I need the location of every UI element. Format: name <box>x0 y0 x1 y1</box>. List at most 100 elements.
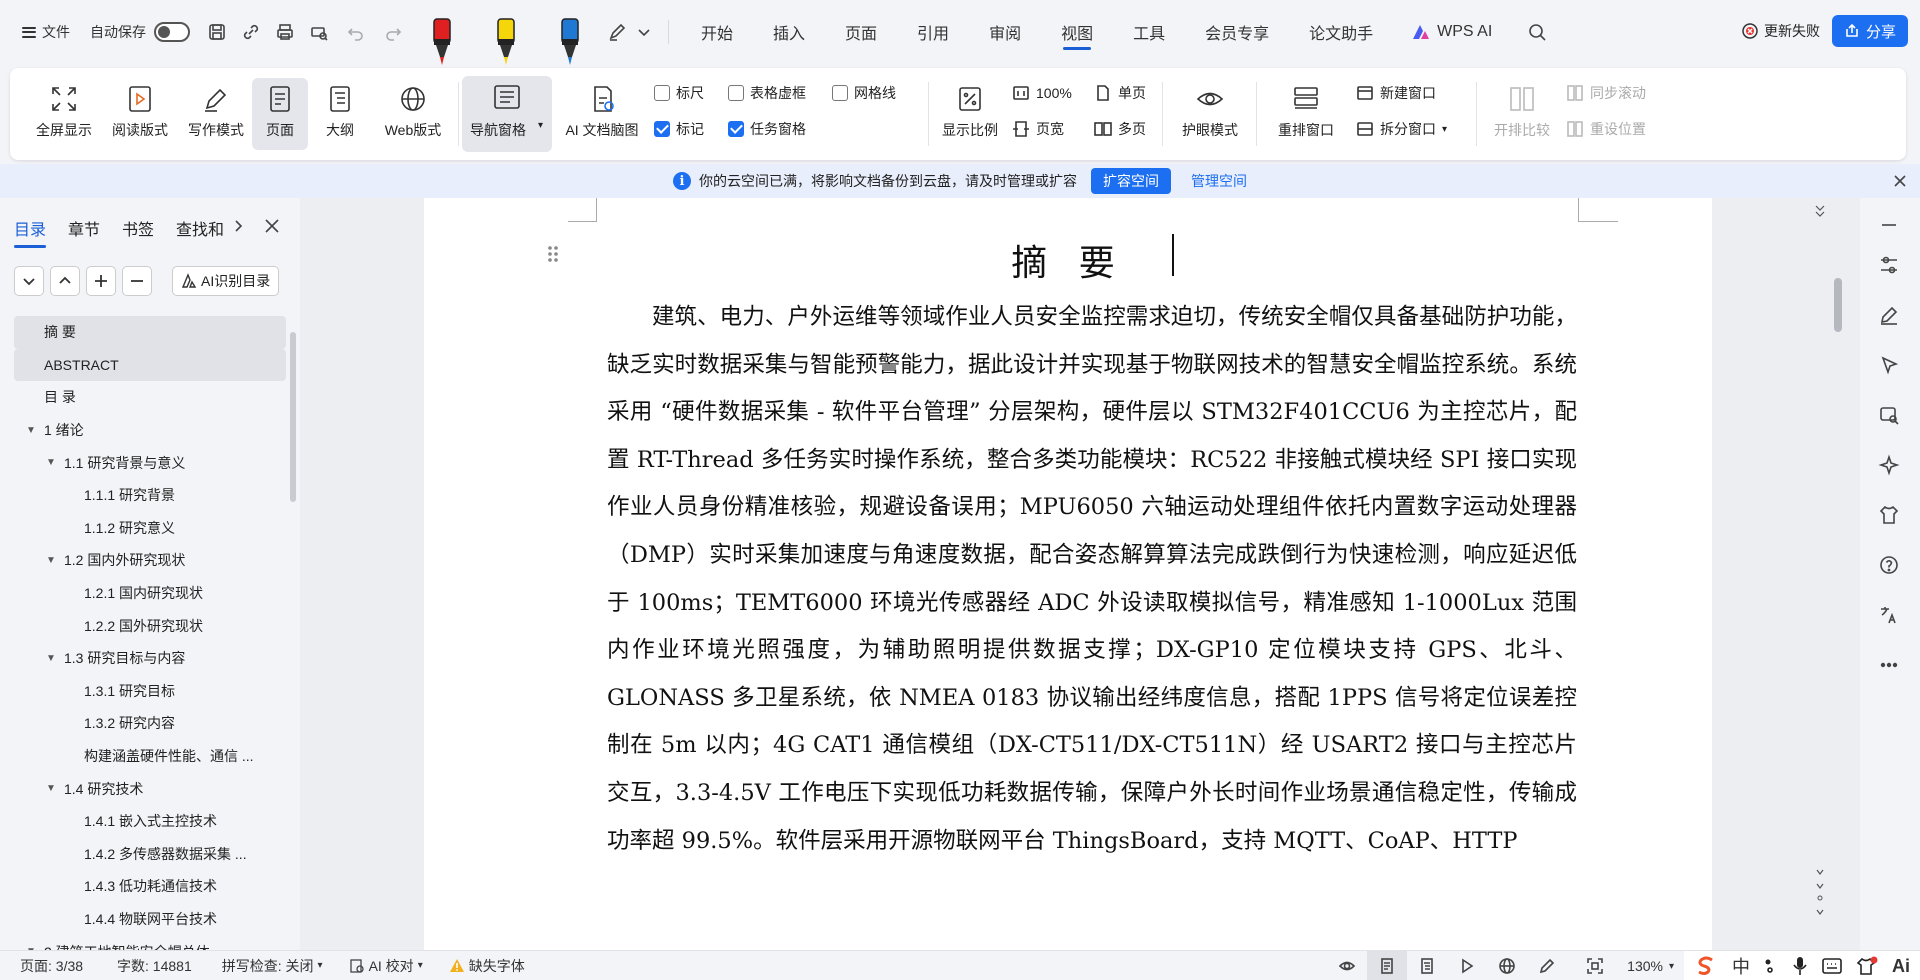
ai-recognize-toc-button[interactable]: AI识别目录 <box>172 266 280 296</box>
toc-item[interactable]: 1.4.4 物联网平台技术 <box>14 903 286 936</box>
fullscreen-button[interactable]: 全屏显示 <box>28 78 100 150</box>
page-view-status-icon[interactable] <box>1367 951 1408 980</box>
eye-protection-status-icon[interactable] <box>1327 951 1367 980</box>
word-count[interactable]: 字数: 14881 <box>117 956 192 976</box>
tab-bookmarks[interactable]: 书签 <box>122 216 154 240</box>
tab-find[interactable]: 查找和 <box>176 216 224 240</box>
ai-mindmap-button[interactable]: AI 文档脑图 <box>558 78 646 150</box>
nav-pane-dropdown-icon[interactable]: ▾ <box>538 120 543 131</box>
toc-item[interactable]: ▼ 1.3 研究目标与内容 <box>14 642 286 675</box>
pen-tool-icon[interactable] <box>602 15 632 49</box>
toc-scrollbar[interactable] <box>290 332 296 502</box>
expand-up-button[interactable] <box>50 266 80 296</box>
select-cursor-icon[interactable] <box>1878 354 1902 378</box>
expand-triangle-icon[interactable]: ▼ <box>44 653 58 664</box>
blue-pen-icon[interactable] <box>538 15 602 65</box>
play-icon[interactable] <box>1447 951 1487 980</box>
expand-storage-button[interactable]: 扩容空间 <box>1091 168 1171 194</box>
tab-member[interactable]: 会员专享 <box>1185 0 1289 64</box>
tab-chapters[interactable]: 章节 <box>68 216 100 240</box>
ruler-checkbox-box[interactable] <box>654 85 670 101</box>
zoom-button[interactable]: 显示比例 <box>934 78 1006 150</box>
tab-review[interactable]: 审阅 <box>969 0 1041 64</box>
eye-protection-button[interactable]: 护眼模式 <box>1168 78 1252 150</box>
toc-item[interactable]: 1.4.1 嵌入式主控技术 <box>14 805 286 838</box>
markup-checkbox[interactable]: 标记 <box>654 116 704 142</box>
sparkle-star-icon[interactable] <box>1878 454 1902 478</box>
wps-ai-button[interactable]: WPS AI <box>1393 15 1510 49</box>
zoom-dropdown-icon[interactable]: ▾ <box>1669 961 1674 972</box>
file-menu-button[interactable]: 文件 <box>16 15 76 49</box>
single-page-button[interactable]: 单页 <box>1094 80 1146 106</box>
document-heading[interactable]: 摘 要 <box>424 234 1712 286</box>
new-window-button[interactable]: 新建窗口 <box>1356 80 1436 106</box>
expand-triangle-icon[interactable]: ▼ <box>44 783 58 794</box>
skin-shirt-icon[interactable] <box>1856 956 1878 976</box>
toc-item[interactable]: 1.4.2 多传感器数据采集 ... <box>14 838 286 871</box>
tab-references[interactable]: 引用 <box>897 0 969 64</box>
image-search-icon[interactable] <box>1878 404 1902 428</box>
toc-item[interactable]: 1.3.2 研究内容 <box>14 707 286 740</box>
tab-toc[interactable]: 目录 <box>14 216 47 248</box>
table-gridlines-checkbox-box[interactable] <box>728 85 744 101</box>
autosave-control[interactable]: 自动保存 <box>90 15 190 49</box>
table-gridlines-checkbox[interactable]: 表格虚框 <box>728 80 806 106</box>
page-view-button[interactable]: 页面 <box>252 78 308 150</box>
autosave-toggle[interactable] <box>154 22 190 42</box>
ruler-checkbox[interactable]: 标尺 <box>654 80 704 106</box>
toc-item[interactable]: ▼2 建筑工地智能安全帽总体 ... <box>14 935 286 950</box>
settings-sliders-icon[interactable] <box>1878 254 1902 278</box>
toc-item[interactable]: 构建涵盖硬件性能、通信 ... <box>14 740 286 773</box>
shirt-icon[interactable] <box>1878 504 1902 528</box>
redo-icon[interactable] <box>376 15 410 49</box>
collapse-all-button[interactable] <box>14 266 44 296</box>
toc-item[interactable]: ▼ 1 绪论 <box>14 414 286 447</box>
close-panel-icon[interactable] <box>262 216 282 236</box>
ai-proofread-button[interactable]: AI 校对 ▾ <box>349 956 423 976</box>
gridlines-checkbox-box[interactable] <box>832 85 848 101</box>
nav-pane-button[interactable]: 导航窗格 ▾ <box>462 76 552 152</box>
toc-item[interactable]: 摘 要 <box>14 316 286 349</box>
writing-mode-button[interactable]: 写作模式 <box>180 78 252 150</box>
sogou-logo-icon[interactable] <box>1694 955 1718 977</box>
search-icon[interactable] <box>1520 15 1554 49</box>
document-page[interactable]: 摘 要 建筑、电力、户外运维等领域作业人员安全监控需求迫切，传统安全帽仅具备基础… <box>424 198 1712 950</box>
more-options-icon[interactable] <box>1878 654 1902 678</box>
manage-storage-link[interactable]: 管理空间 <box>1191 171 1247 191</box>
page-count[interactable]: 页面: 3/38 <box>20 956 83 976</box>
toc-item[interactable]: 1.2.1 国内研究现状 <box>14 577 286 610</box>
link-icon[interactable] <box>234 15 268 49</box>
arrange-windows-button[interactable]: 重排窗口 <box>1262 78 1350 150</box>
spellcheck-status[interactable]: 拼写检查: 关闭 ▾ <box>222 956 323 976</box>
update-failed-button[interactable]: 更新失败 <box>1741 21 1820 41</box>
toc-item[interactable]: ABSTRACT <box>14 348 286 382</box>
translate-icon[interactable] <box>1878 604 1902 628</box>
close-icon[interactable] <box>1890 171 1910 191</box>
outline-view-status-icon[interactable] <box>1407 951 1447 980</box>
ime-ai-icon[interactable]: Ai <box>1892 956 1910 977</box>
web-layout-button[interactable]: Web版式 <box>372 78 454 150</box>
web-view-globe-icon[interactable] <box>1487 951 1527 980</box>
red-pen-icon[interactable] <box>410 15 474 65</box>
add-heading-button[interactable] <box>86 266 116 296</box>
toc-item[interactable]: 1.3.1 研究目标 <box>14 675 286 708</box>
save-icon[interactable] <box>200 15 234 49</box>
share-button[interactable]: 分享 <box>1831 15 1908 47</box>
tab-view[interactable]: 视图 <box>1041 0 1113 64</box>
split-window-button[interactable]: 拆分窗口 ▾ <box>1356 116 1447 142</box>
expand-triangle-icon[interactable]: ▼ <box>44 555 58 566</box>
toc-item[interactable]: 1.4.3 低功耗通信技术 <box>14 870 286 903</box>
punctuation-icon[interactable] <box>1764 957 1778 975</box>
multi-page-button[interactable]: 多页 <box>1094 116 1146 142</box>
fit-page-icon[interactable] <box>1575 951 1615 980</box>
toc-item[interactable]: ▼ 1.2 国内外研究现状 <box>14 544 286 577</box>
side-by-side-button[interactable]: 开排比较 <box>1482 78 1562 150</box>
tab-paper-assistant[interactable]: 论文助手 <box>1289 0 1393 64</box>
tab-tools[interactable]: 工具 <box>1113 0 1185 64</box>
outline-button[interactable]: 大纲 <box>312 78 368 150</box>
toc-item[interactable]: 1.2.2 国外研究现状 <box>14 609 286 642</box>
vertical-ruler[interactable] <box>1808 198 1832 950</box>
chevron-right-icon[interactable] <box>228 214 248 238</box>
microphone-icon[interactable] <box>1792 956 1808 976</box>
task-pane-checkbox[interactable]: 任务窗格 <box>728 116 806 142</box>
